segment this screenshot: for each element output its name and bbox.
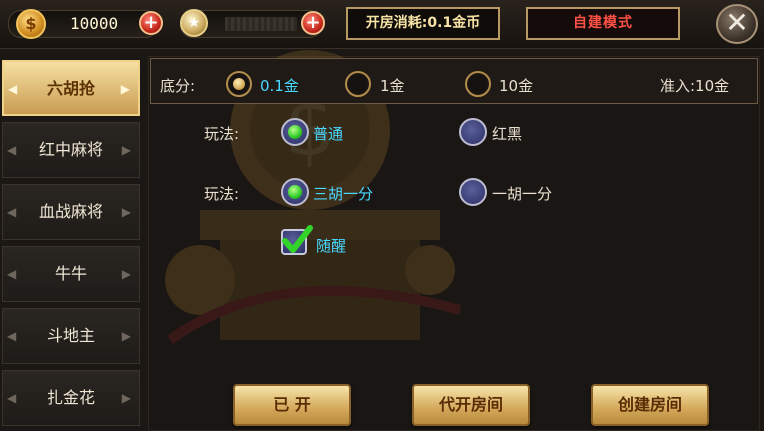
chevron-right-icon: ▶ bbox=[121, 205, 131, 219]
base-score-radio-0-1[interactable] bbox=[226, 71, 252, 97]
gem-icon: ★ bbox=[180, 9, 208, 37]
chevron-left-icon: ◀ bbox=[7, 205, 17, 219]
sidebar-item-label: 红中麻将 bbox=[38, 140, 103, 159]
chevron-right-icon: ▶ bbox=[121, 267, 131, 281]
chevron-left-icon: ◀ bbox=[7, 267, 17, 281]
sidebar-item-hongzhong-majiang[interactable]: ◀ 红中麻将 ▶ bbox=[2, 122, 140, 178]
play-mode-2-option-one-hu[interactable]: 一胡一分 bbox=[492, 183, 552, 204]
play-mode-2-label: 玩法: bbox=[204, 185, 240, 203]
sidebar-item-xuezhan-majiang[interactable]: ◀ 血战麻将 ▶ bbox=[2, 184, 140, 240]
add-gold-plus-icon[interactable]: + bbox=[139, 11, 163, 35]
gem-amount-redacted bbox=[225, 17, 297, 31]
wake-checkbox[interactable] bbox=[281, 225, 313, 255]
wake-checkbox-label[interactable]: 随醒 bbox=[316, 235, 346, 256]
coin-icon: $ bbox=[16, 9, 46, 39]
add-gem-plus-icon[interactable]: + bbox=[301, 11, 325, 35]
base-score-option-0-1[interactable]: 0.1金 bbox=[260, 75, 299, 96]
base-score-radio-1[interactable] bbox=[345, 71, 371, 97]
sidebar-item-doudizhu[interactable]: ◀ 斗地主 ▶ bbox=[2, 308, 140, 364]
chevron-right-icon: ▶ bbox=[121, 143, 131, 157]
base-score-option-1[interactable]: 1金 bbox=[380, 75, 405, 96]
sidebar-item-niuniu[interactable]: ◀ 牛牛 ▶ bbox=[2, 246, 140, 302]
entry-requirement-label: 准入:10金 bbox=[660, 77, 730, 95]
chevron-left-icon: ◀ bbox=[7, 143, 17, 157]
play-mode-1-option-normal[interactable]: 普通 bbox=[313, 123, 343, 144]
proxy-open-room-button[interactable]: 代开房间 bbox=[412, 384, 530, 426]
chevron-right-icon: ▶ bbox=[121, 391, 131, 405]
sidebar-item-label: 扎金花 bbox=[46, 388, 95, 407]
checkmark-icon bbox=[282, 225, 313, 253]
sidebar-item-label: 血战麻将 bbox=[38, 202, 103, 221]
play-mode-1-label: 玩法: bbox=[204, 125, 240, 143]
sidebar-item-label: 斗地主 bbox=[46, 326, 95, 345]
play-mode-1-radio-redblack[interactable] bbox=[459, 118, 487, 146]
room-cost-label: 开房消耗:0.1金币 bbox=[346, 7, 500, 40]
play-mode-2-radio-three-hu[interactable] bbox=[281, 178, 309, 206]
chevron-right-icon: ▶ bbox=[121, 329, 131, 343]
chevron-left-icon: ◀ bbox=[7, 391, 17, 405]
play-mode-2-option-three-hu[interactable]: 三胡一分 bbox=[313, 183, 373, 204]
play-mode-2-radio-one-hu[interactable] bbox=[459, 178, 487, 206]
sidebar-item-label: 牛牛 bbox=[54, 264, 87, 283]
mode-label: 自建模式 bbox=[526, 7, 680, 40]
gold-amount: 10000 bbox=[70, 14, 119, 33]
chevron-left-icon: ◀ bbox=[8, 82, 18, 96]
play-mode-1-option-redblack[interactable]: 红黑 bbox=[492, 123, 522, 144]
play-mode-1-radio-normal[interactable] bbox=[281, 118, 309, 146]
sidebar-item-label: 六胡抢 bbox=[46, 79, 95, 98]
close-icon[interactable]: ✕ bbox=[716, 4, 758, 44]
base-score-radio-10[interactable] bbox=[465, 71, 491, 97]
base-score-option-10[interactable]: 10金 bbox=[499, 75, 533, 96]
opened-rooms-button[interactable]: 已 开 bbox=[233, 384, 351, 426]
create-room-button[interactable]: 创建房间 bbox=[591, 384, 709, 426]
game-sidebar: ◀ 六胡抢 ▶ ◀ 红中麻将 ▶ ◀ 血战麻将 ▶ ◀ 牛牛 ▶ ◀ 斗地主 ▶… bbox=[0, 56, 142, 431]
sidebar-item-zhajinhua[interactable]: ◀ 扎金花 ▶ bbox=[2, 370, 140, 426]
base-score-label: 底分: bbox=[160, 77, 196, 95]
chevron-left-icon: ◀ bbox=[7, 329, 17, 343]
sidebar-item-liuhuqiang[interactable]: ◀ 六胡抢 ▶ bbox=[2, 60, 140, 116]
chevron-right-icon: ▶ bbox=[120, 82, 130, 96]
